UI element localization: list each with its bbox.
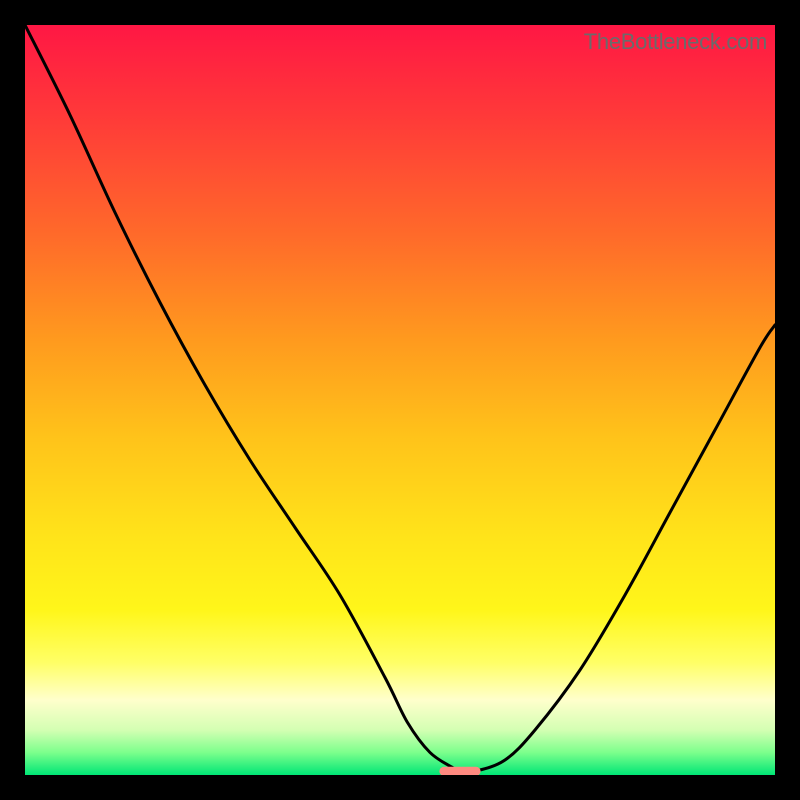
gradient-background [25, 25, 775, 775]
chart-frame: TheBottleneck.com [25, 25, 775, 775]
optimum-marker [439, 767, 480, 775]
bottleneck-chart [25, 25, 775, 775]
watermark-text: TheBottleneck.com [584, 29, 767, 55]
